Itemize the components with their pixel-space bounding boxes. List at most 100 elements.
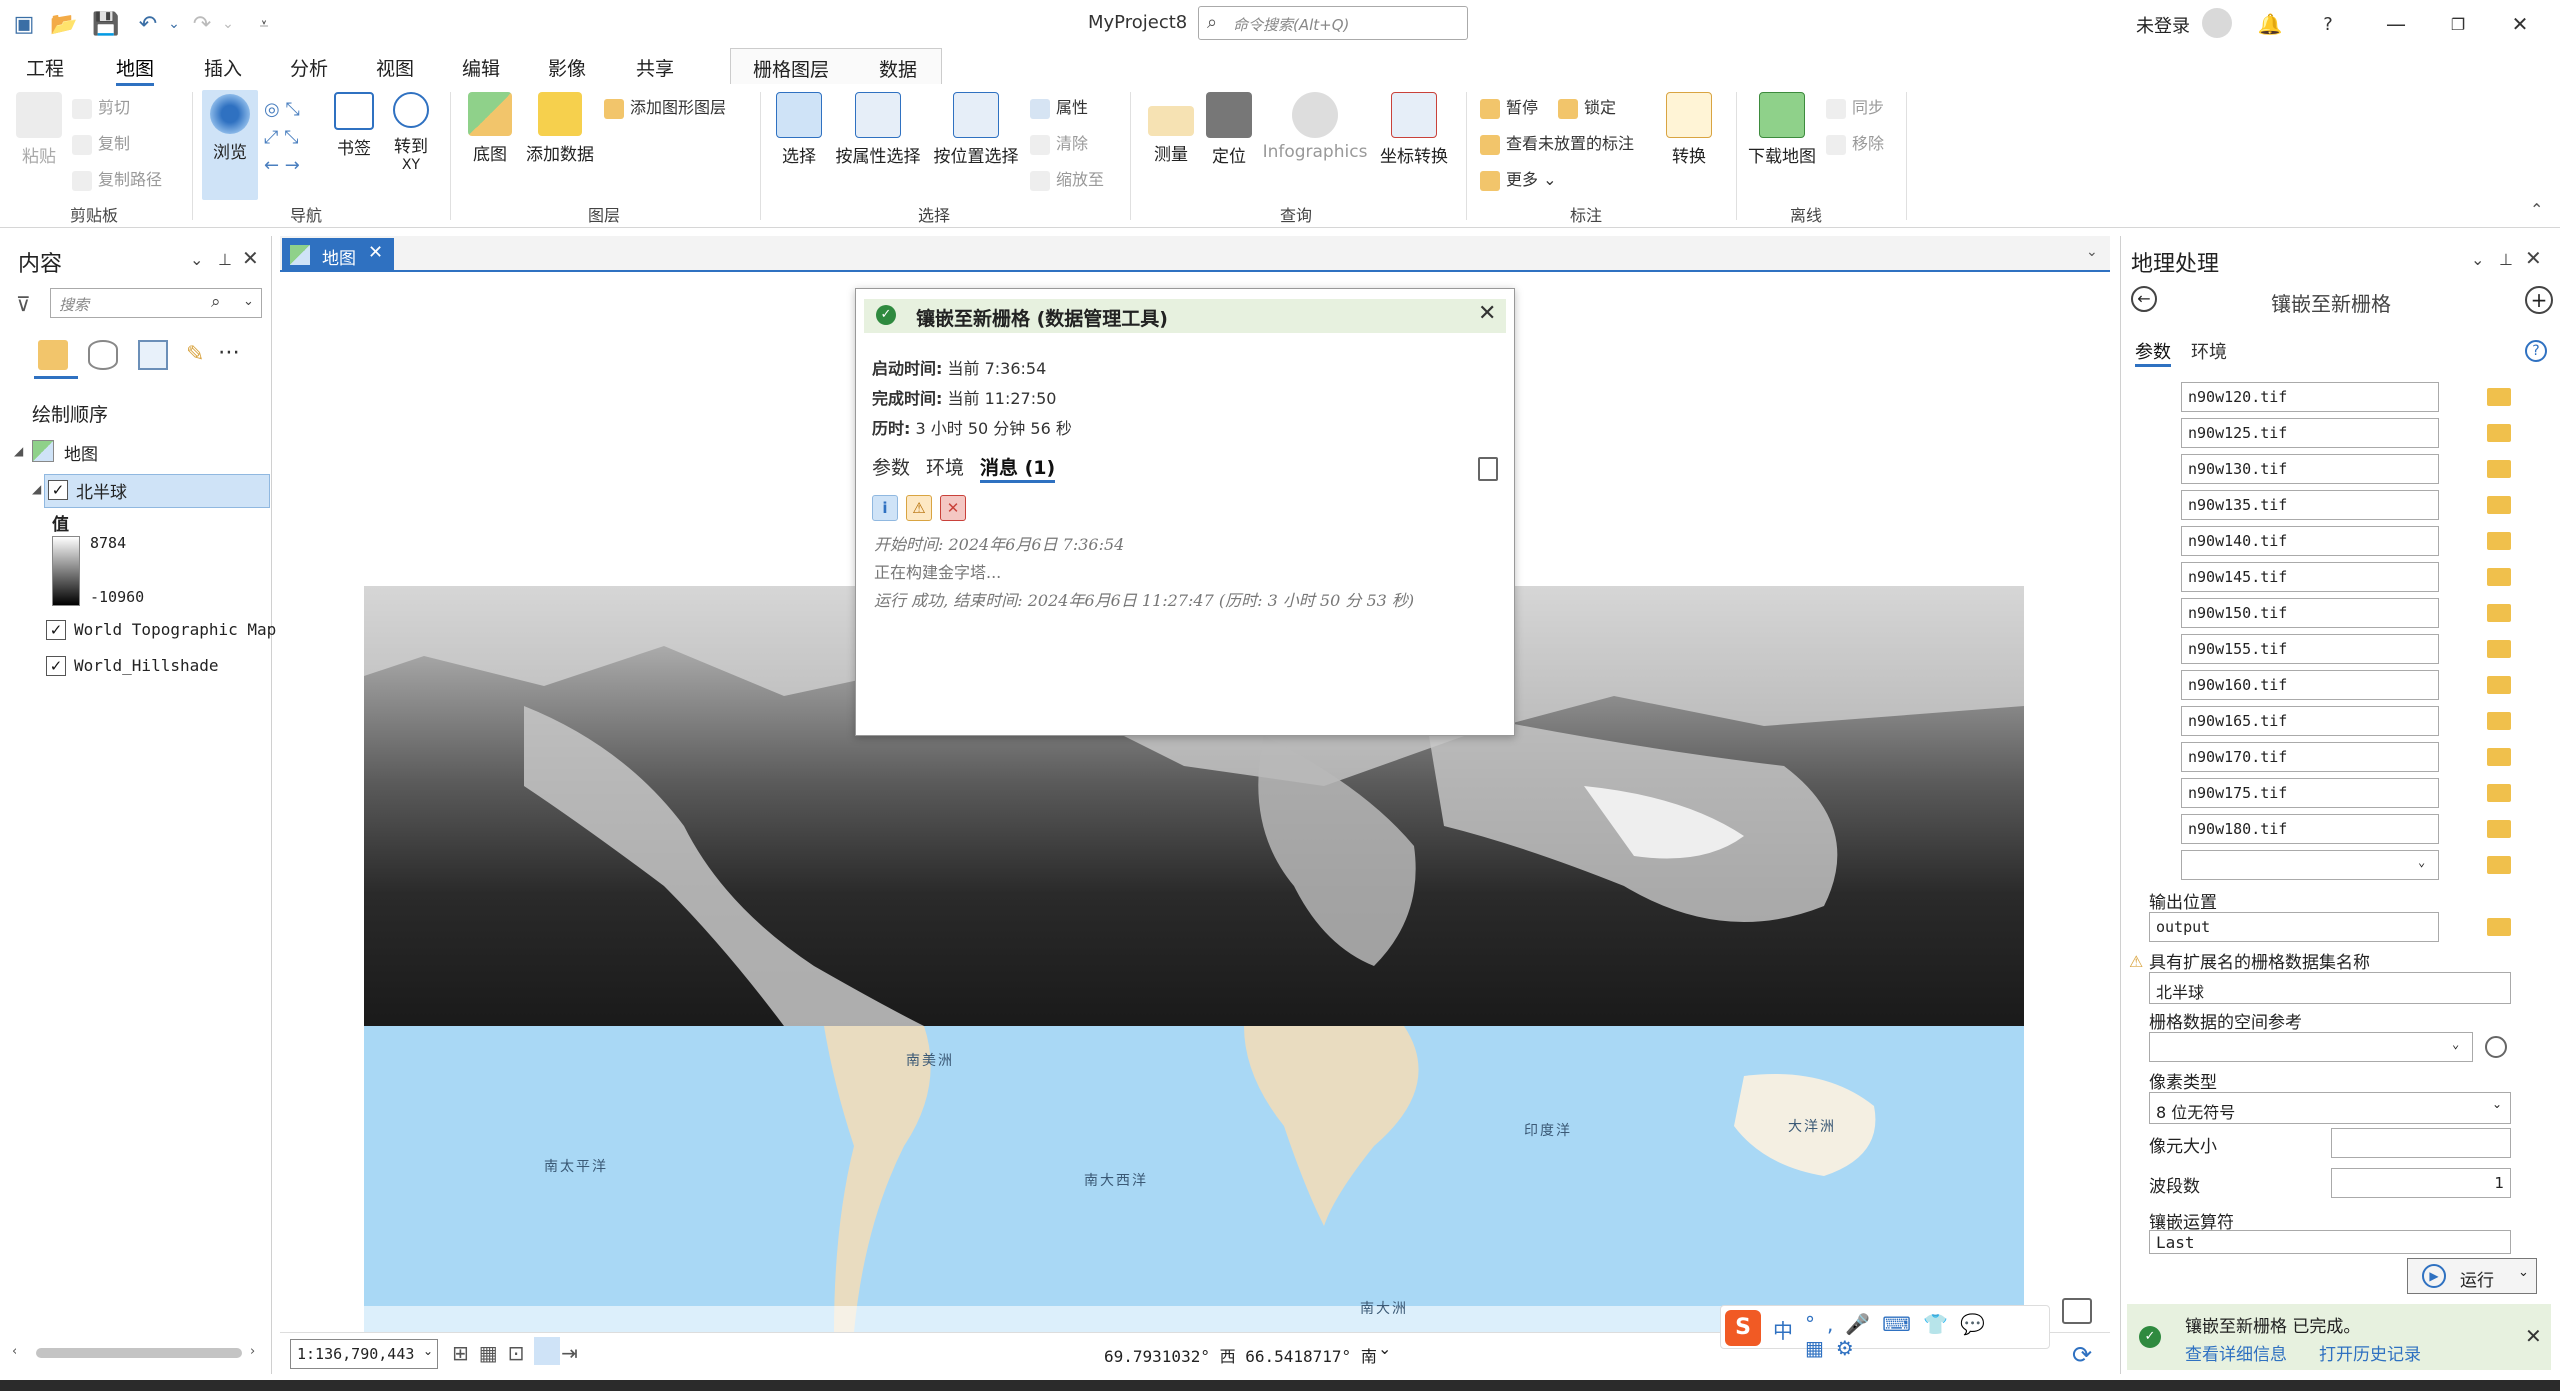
browse-folder-icon[interactable]: [2487, 568, 2511, 586]
browse-folder-icon[interactable]: [2487, 640, 2511, 658]
input-raster-field[interactable]: n90w120.tif: [2181, 382, 2439, 412]
undo-dropdown-icon[interactable]: ⌄: [160, 10, 188, 38]
pane-options-icon[interactable]: ⌄: [2471, 250, 2484, 269]
bands-input[interactable]: 1: [2331, 1168, 2511, 1198]
scroll-left-icon[interactable]: ‹: [12, 1344, 17, 1359]
input-raster-field[interactable]: n90w150.tif: [2181, 598, 2439, 628]
mosaic-operator-select[interactable]: Last: [2149, 1230, 2511, 1254]
input-raster-field[interactable]: n90w140.tif: [2181, 526, 2439, 556]
basemap-button[interactable]: 底图: [460, 92, 520, 165]
globe-icon[interactable]: [2485, 1036, 2507, 1058]
tab-environments[interactable]: 环境: [926, 453, 964, 480]
tab-edit[interactable]: 编辑: [462, 54, 500, 81]
browse-folder-icon[interactable]: [2487, 820, 2511, 838]
pixel-type-select[interactable]: 8 位无符号 ⌄: [2149, 1092, 2511, 1124]
close-tab-icon[interactable]: ✕: [368, 242, 383, 263]
remove-button[interactable]: 移除: [1826, 130, 1884, 155]
cut-button[interactable]: 剪切: [72, 94, 130, 119]
help-icon[interactable]: ?: [2525, 340, 2547, 362]
pause-labeling-button[interactable]: 暂停: [1480, 94, 1538, 119]
layer-name[interactable]: 北半球: [76, 478, 127, 503]
tab-insert[interactable]: 插入: [204, 54, 242, 81]
warning-filter-icon[interactable]: ⚠: [906, 495, 932, 521]
tab-parameters[interactable]: 参数: [872, 453, 910, 480]
layer-world-hillshade[interactable]: World_Hillshade: [74, 656, 219, 675]
open-history-link[interactable]: 打开历史记录: [2319, 1340, 2421, 1365]
ime-language[interactable]: 中: [1773, 1315, 1793, 1344]
close-banner-icon[interactable]: ✕: [2525, 1324, 2542, 1348]
close-pane-icon[interactable]: ✕: [242, 246, 259, 270]
restore-icon[interactable]: ❐: [2436, 8, 2480, 40]
scale-input[interactable]: 1:136,790,443 ⌄: [290, 1339, 438, 1369]
save-icon[interactable]: 💾: [92, 10, 120, 38]
layer-visibility-checkbox[interactable]: ✓: [48, 480, 68, 500]
tab-data[interactable]: 数据: [879, 55, 917, 82]
input-raster-field[interactable]: n90w135.tif: [2181, 490, 2439, 520]
infographics-button[interactable]: Infographics: [1260, 92, 1370, 162]
scrollbar-thumb[interactable]: [36, 1348, 242, 1358]
map-node-label[interactable]: 地图: [64, 440, 98, 465]
ime-logo-icon[interactable]: S: [1725, 1310, 1761, 1346]
map-notes-icon[interactable]: [2062, 1298, 2092, 1324]
goto-xy-button[interactable]: 转到 XY: [386, 92, 436, 173]
explore-button[interactable]: 浏览: [202, 90, 258, 200]
measure-button[interactable]: 测量: [1144, 92, 1198, 165]
lock-labeling-button[interactable]: 锁定: [1558, 94, 1616, 119]
tab-messages[interactable]: 消息 (1): [980, 453, 1056, 483]
more-options-icon[interactable]: ⋯: [218, 340, 240, 365]
paste-button[interactable]: 粘贴: [14, 92, 64, 167]
redo-icon[interactable]: ↷: [188, 10, 216, 38]
run-options-dropdown-icon[interactable]: ⌄: [2518, 1265, 2529, 1280]
input-raster-field[interactable]: n90w180.tif: [2181, 814, 2439, 844]
copy-button[interactable]: 复制: [72, 130, 130, 155]
coordinates-dropdown-icon[interactable]: ⌄: [1378, 1339, 1391, 1358]
tab-share[interactable]: 共享: [636, 54, 674, 81]
input-raster-field[interactable]: n90w165.tif: [2181, 706, 2439, 736]
select-by-attributes-button[interactable]: 按属性选择: [830, 92, 926, 167]
collapse-layer-icon[interactable]: ◢: [32, 482, 41, 496]
tab-map-view[interactable]: 地图 ✕: [282, 238, 394, 272]
info-filter-icon[interactable]: i: [872, 495, 898, 521]
tab-raster-layer[interactable]: 栅格图层: [753, 55, 829, 82]
list-by-selection-icon[interactable]: [138, 340, 168, 370]
browse-folder-icon[interactable]: [2487, 388, 2511, 406]
browse-folder-icon[interactable]: [2487, 676, 2511, 694]
pin-icon[interactable]: ⊥: [2499, 250, 2513, 269]
locate-button[interactable]: 定位: [1202, 92, 1256, 167]
view-unplaced-labels-button[interactable]: 查看未放置的标注: [1480, 130, 1634, 155]
browse-folder-icon[interactable]: [2487, 460, 2511, 478]
dataset-name-input[interactable]: 北半球: [2149, 972, 2511, 1004]
minimize-icon[interactable]: —: [2374, 8, 2418, 40]
tab-project[interactable]: 工程: [26, 54, 64, 81]
filter-icon[interactable]: ⊽: [16, 292, 31, 316]
open-folder-icon[interactable]: 📂: [50, 10, 78, 38]
gp-vertical-scrollbar[interactable]: [2533, 616, 2543, 1276]
error-filter-icon[interactable]: ✕: [940, 495, 966, 521]
notification-bell-icon[interactable]: 🔔: [2248, 8, 2292, 40]
list-by-editing-icon[interactable]: ✎: [186, 342, 204, 367]
input-raster-field[interactable]: n90w175.tif: [2181, 778, 2439, 808]
close-window-icon[interactable]: ✕: [2498, 8, 2542, 40]
browse-folder-icon[interactable]: [2487, 712, 2511, 730]
cellsize-input[interactable]: [2331, 1128, 2511, 1158]
avatar[interactable]: [2202, 8, 2232, 38]
search-options-dropdown-icon[interactable]: ⌄: [243, 294, 254, 309]
select-by-location-button[interactable]: 按位置选择: [928, 92, 1024, 167]
snapping-toggle[interactable]: [534, 1337, 560, 1365]
gp-tab-parameters[interactable]: 参数: [2135, 338, 2171, 367]
sync-button[interactable]: 同步: [1826, 94, 1884, 119]
scale-dropdown-icon[interactable]: ⌄: [423, 1344, 433, 1358]
zoom-tools-icon[interactable]: ◎ ⤡ ⤢ ⤡ ← →: [264, 96, 300, 180]
run-button[interactable]: ▶ 运行 ⌄: [2407, 1258, 2537, 1294]
output-location-input[interactable]: output: [2149, 912, 2439, 942]
back-icon[interactable]: ←: [2131, 286, 2157, 312]
scroll-right-icon[interactable]: ›: [250, 1344, 255, 1359]
collapse-map-icon[interactable]: ◢: [14, 444, 23, 458]
help-icon[interactable]: ?: [2306, 8, 2350, 40]
input-raster-field[interactable]: n90w130.tif: [2181, 454, 2439, 484]
add-icon[interactable]: +: [2525, 286, 2553, 314]
collapse-ribbon-icon[interactable]: ⌃: [2530, 200, 2543, 219]
hillshade-visibility-checkbox[interactable]: ✓: [46, 656, 66, 676]
input-raster-field[interactable]: n90w170.tif: [2181, 742, 2439, 772]
convert-labels-button[interactable]: 转换: [1662, 92, 1716, 167]
